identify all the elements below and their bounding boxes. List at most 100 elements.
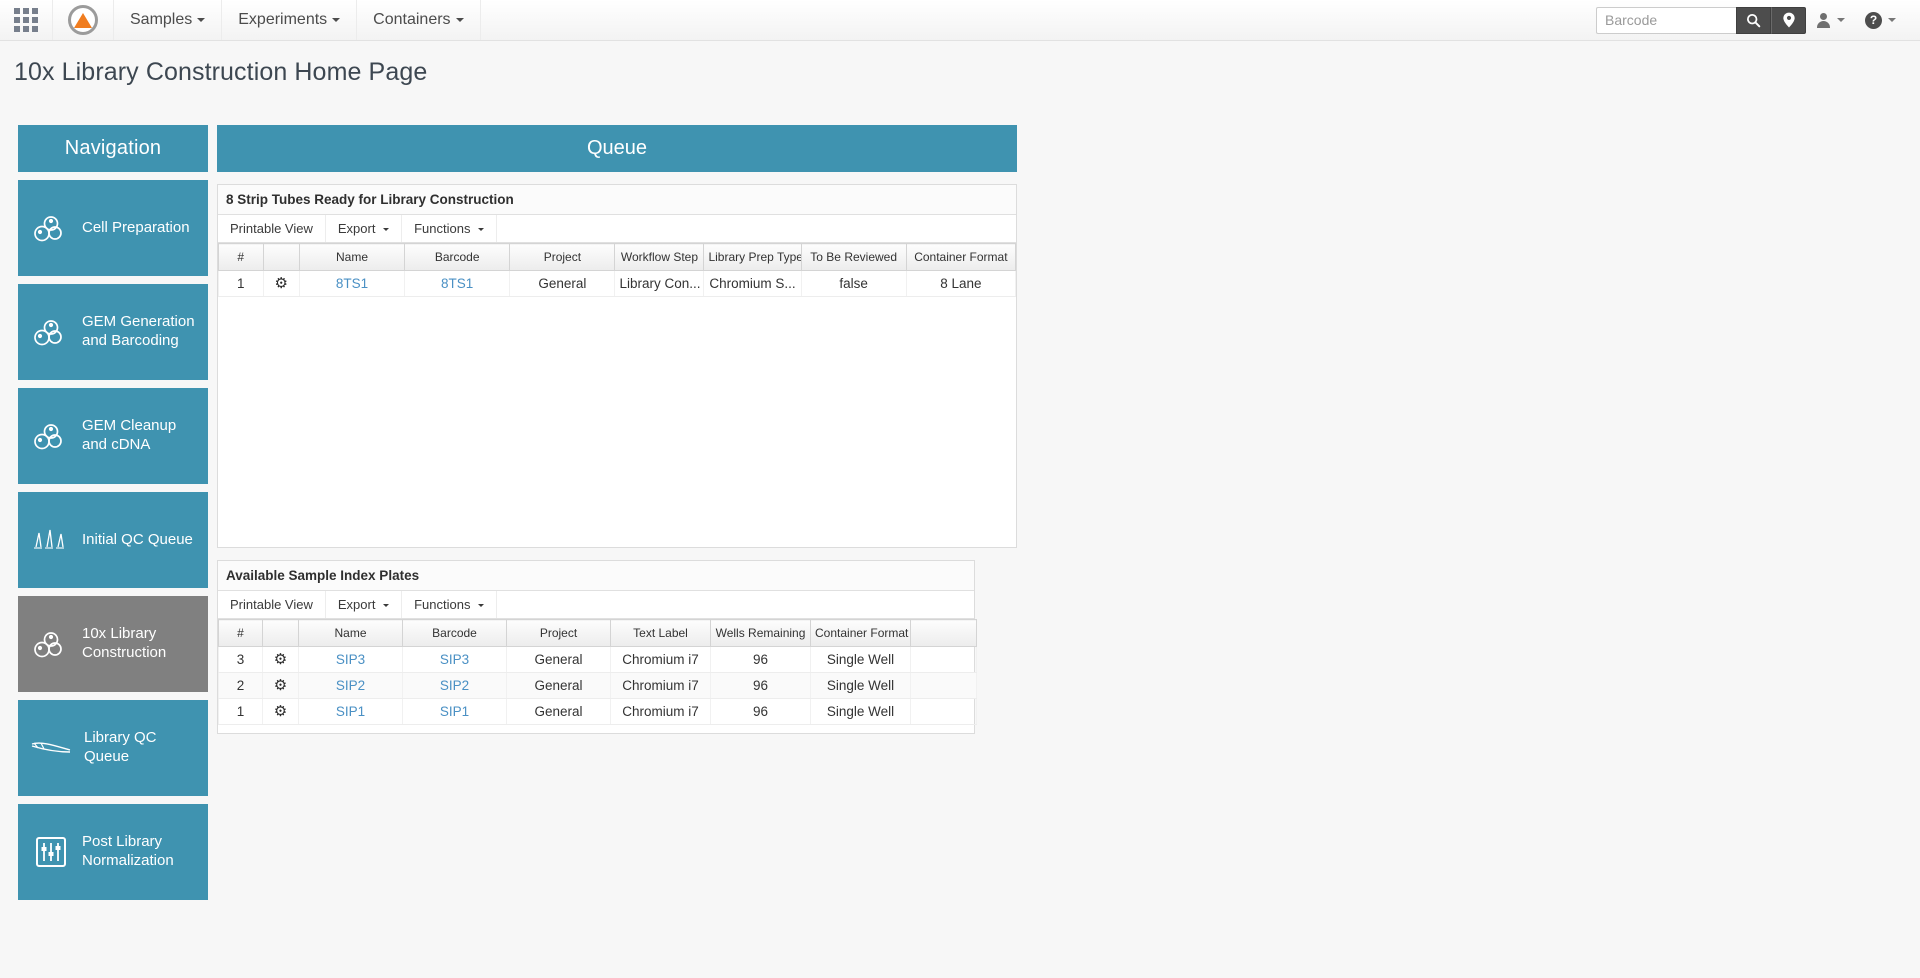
nav-menu-experiments[interactable]: Experiments: [222, 0, 358, 40]
cell-project: General: [509, 270, 616, 297]
barcode-link[interactable]: SIP1: [440, 704, 469, 719]
chevron-down-icon: [1888, 18, 1896, 22]
gear-icon[interactable]: ⚙: [274, 703, 287, 720]
cell-text-label: Chromium i7: [610, 646, 711, 673]
sidebar-item-10x-library-construction[interactable]: 10x Library Construction: [18, 596, 208, 692]
nav-menu-experiments-label: Experiments: [238, 11, 328, 28]
help-icon: ?: [1865, 11, 1882, 29]
printable-view-button[interactable]: Printable View: [218, 591, 326, 618]
chevron-down-icon: [455, 18, 464, 22]
sidebar-item-initial-qc-queue[interactable]: Initial QC Queue: [18, 492, 208, 588]
table-row[interactable]: 1 ⚙ SIP1 SIP1 General Chromium i7 96 Sin…: [218, 698, 977, 725]
table-header-row: # Name Barcode Project Text Label Wells …: [218, 619, 977, 647]
cell-container-format: Single Well: [810, 698, 911, 725]
queue-section-strip-tubes: 8 Strip Tubes Ready for Library Construc…: [217, 184, 1017, 548]
search-button[interactable]: [1736, 6, 1771, 34]
queue-section-sample-index-plates: Available Sample Index Plates Printable …: [217, 560, 977, 734]
functions-label: Functions: [414, 221, 471, 236]
sidebar-item-gem-cleanup-and-cdna[interactable]: GEM Cleanup and cDNA: [18, 388, 208, 484]
queue-column: Queue 8 Strip Tubes Ready for Library Co…: [217, 125, 1017, 734]
col-barcode[interactable]: Barcode: [402, 619, 507, 647]
sidebar-item-gem-generation-and-barcoding[interactable]: GEM Generation and Barcoding: [18, 284, 208, 380]
cell-index: 1: [218, 270, 264, 297]
col-container-format[interactable]: Container Format: [810, 619, 911, 647]
cell-text-label: Chromium i7: [610, 672, 711, 699]
cells-icon: [30, 415, 72, 457]
cell-spacer: [910, 672, 977, 699]
nav-menu-samples[interactable]: Samples: [114, 0, 223, 40]
section-toolbar: Printable View Export Functions: [218, 215, 1016, 243]
cell-spacer: [910, 646, 977, 673]
col-actions[interactable]: [262, 619, 299, 647]
table-row[interactable]: 1 ⚙ 8TS1 8TS1 General Library Con... Chr…: [218, 270, 1017, 297]
name-link[interactable]: SIP2: [336, 678, 365, 693]
sidebar-item-label: Post Library Normalization: [82, 833, 174, 869]
sidebar-item-post-library-normalization[interactable]: Post Library Normalization: [18, 804, 208, 900]
cell-wells-remaining: 96: [710, 698, 811, 725]
table-row[interactable]: 2 ⚙ SIP2 SIP2 General Chromium i7 96 Sin…: [218, 672, 977, 699]
apps-grid-button[interactable]: [0, 0, 52, 40]
help-menu-button[interactable]: ?: [1855, 0, 1906, 41]
col-spacer: [910, 619, 977, 647]
col-name[interactable]: Name: [298, 619, 403, 647]
cell-to-be-reviewed: false: [800, 270, 907, 297]
col-actions[interactable]: [262, 243, 300, 271]
sidebar-item-label: Initial QC Queue: [82, 530, 193, 548]
col-project[interactable]: Project: [506, 619, 611, 647]
gear-icon[interactable]: ⚙: [274, 275, 287, 292]
col-to-be-reviewed[interactable]: To Be Reviewed: [800, 243, 907, 271]
col-barcode[interactable]: Barcode: [404, 243, 511, 271]
name-link[interactable]: 8TS1: [336, 276, 368, 291]
col-index[interactable]: #: [218, 619, 263, 647]
col-index[interactable]: #: [218, 243, 264, 271]
gear-icon[interactable]: ⚙: [274, 677, 287, 694]
gear-icon[interactable]: ⚙: [274, 651, 287, 668]
cell-project: General: [506, 698, 611, 725]
table-header-row: # Name Barcode Project Workflow Step Lib…: [218, 243, 1017, 271]
col-workflow-step[interactable]: Workflow Step: [614, 243, 705, 271]
cells-icon: [30, 207, 72, 249]
cell-library-prep-type: Chromium S...: [703, 270, 802, 297]
cell-barcode: SIP1: [402, 698, 507, 725]
strip-tubes-table: # Name Barcode Project Workflow Step Lib…: [218, 243, 1017, 297]
barcode-link[interactable]: 8TS1: [441, 276, 473, 291]
section-title: Available Sample Index Plates: [218, 561, 974, 591]
sidebar-item-label: Library QC Queue: [84, 729, 157, 765]
col-wells-remaining[interactable]: Wells Remaining: [710, 619, 811, 647]
export-button[interactable]: Export: [326, 591, 403, 618]
sidebar-item-library-qc-queue[interactable]: Library QC Queue: [18, 700, 208, 796]
search-icon: [1746, 13, 1761, 27]
export-button[interactable]: Export: [326, 215, 403, 242]
section-toolbar: Printable View Export Functions: [218, 591, 974, 619]
printable-view-label: Printable View: [230, 597, 313, 612]
user-menu-button[interactable]: [1806, 0, 1855, 41]
barcode-link[interactable]: SIP3: [440, 652, 469, 667]
dna-strand-icon: [30, 727, 74, 769]
navigation-sidebar: Navigation Cell Preparation GEM Generati…: [18, 125, 208, 900]
location-pin-icon: [1782, 12, 1795, 28]
col-library-prep-type[interactable]: Library Prep Type: [703, 243, 802, 271]
col-name[interactable]: Name: [298, 243, 406, 271]
search-input[interactable]: [1596, 6, 1736, 34]
app-logo-button[interactable]: [52, 0, 114, 40]
cell-spacer: [910, 698, 977, 725]
printable-view-button[interactable]: Printable View: [218, 215, 326, 242]
col-text-label[interactable]: Text Label: [610, 619, 711, 647]
location-search-button[interactable]: [1771, 6, 1806, 34]
cell-container-format: Single Well: [810, 646, 911, 673]
cell-actions: ⚙: [262, 698, 299, 725]
name-link[interactable]: SIP1: [336, 704, 365, 719]
functions-button[interactable]: Functions: [402, 591, 498, 618]
table-row[interactable]: 3 ⚙ SIP3 SIP3 General Chromium i7 96 Sin…: [218, 646, 977, 673]
nav-menu-containers[interactable]: Containers: [357, 0, 481, 40]
col-container-format[interactable]: Container Format: [905, 243, 1017, 271]
main-content: Navigation Cell Preparation GEM Generati…: [0, 87, 1920, 900]
cell-name: SIP1: [298, 698, 403, 725]
sidebar-item-cell-preparation[interactable]: Cell Preparation: [18, 180, 208, 276]
name-link[interactable]: SIP3: [336, 652, 365, 667]
barcode-link[interactable]: SIP2: [440, 678, 469, 693]
chevron-down-icon: [383, 604, 390, 608]
functions-button[interactable]: Functions: [402, 215, 498, 242]
col-project[interactable]: Project: [509, 243, 616, 271]
cell-workflow-step: Library Con...: [614, 270, 705, 297]
